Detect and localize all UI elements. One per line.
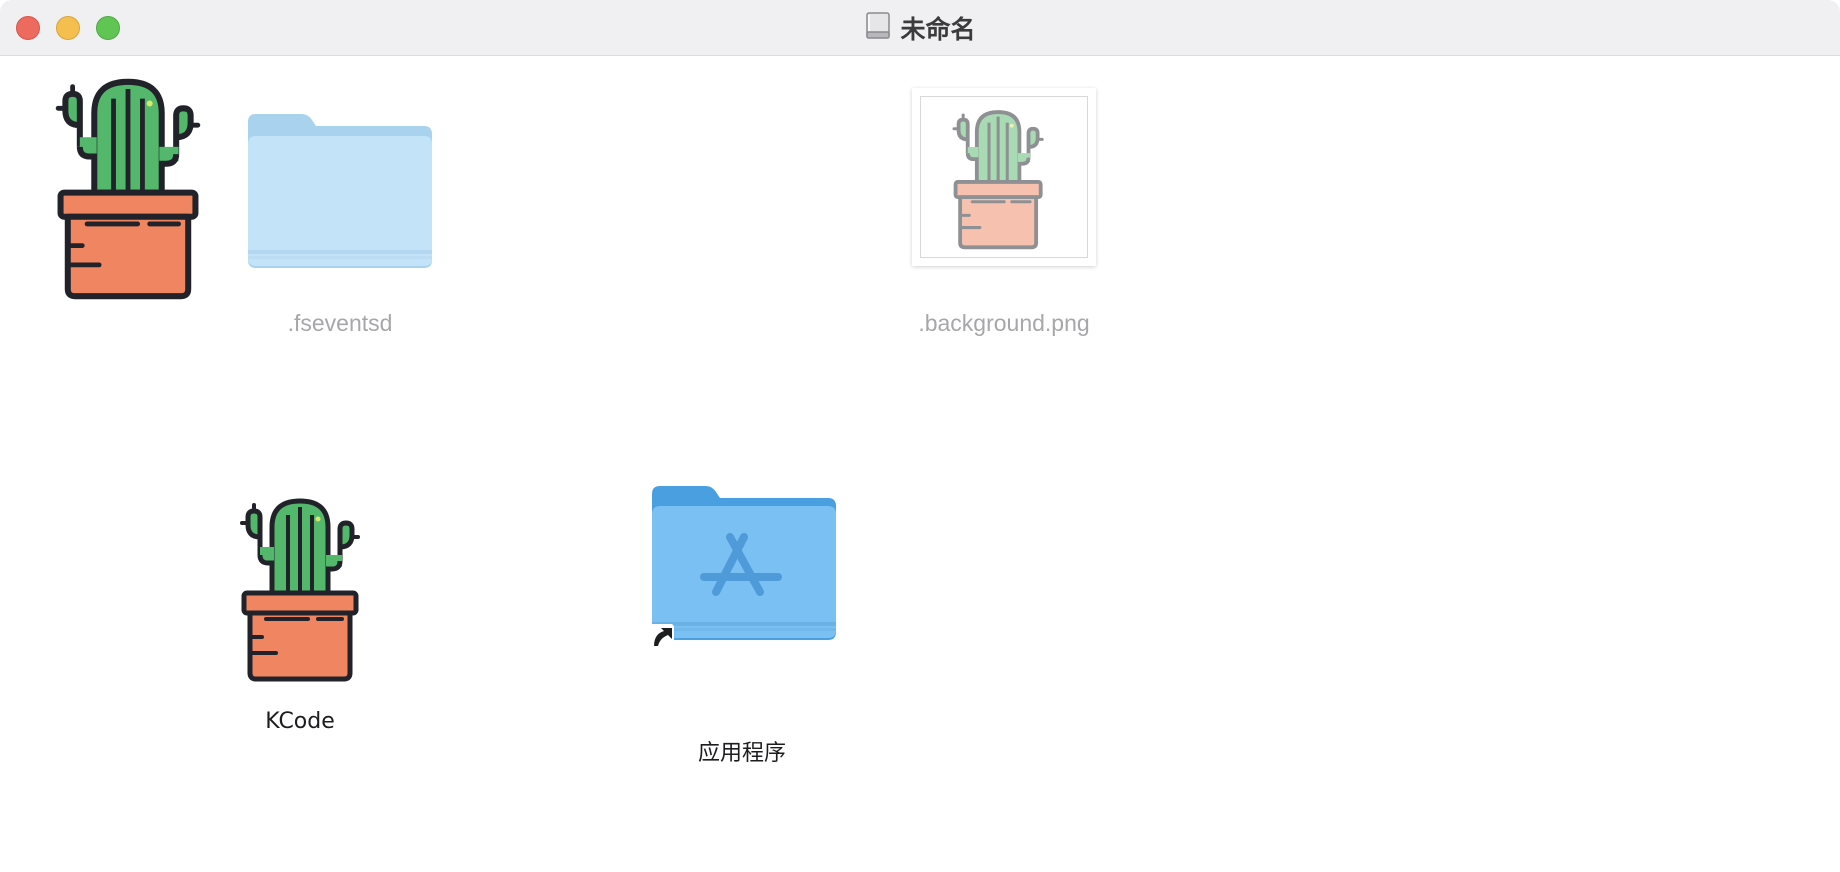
applications-label: 应用程序 bbox=[697, 741, 786, 766]
image-thumbnail bbox=[912, 88, 1096, 266]
applications-folder-alias-icon bbox=[648, 486, 836, 650]
zoom-button[interactable] bbox=[96, 16, 120, 40]
title-bar[interactable]: 未命名 bbox=[0, 0, 1840, 56]
background-png-label: .background.png bbox=[918, 310, 1090, 336]
finder-window: 未命名 .fseventsd .background.png KCode 应用程… bbox=[0, 0, 1840, 872]
minimize-button[interactable] bbox=[56, 16, 80, 40]
close-button[interactable] bbox=[16, 16, 40, 40]
kcode-label: KCode bbox=[265, 709, 335, 734]
kcode-app[interactable]: KCode bbox=[238, 497, 362, 734]
cactus-app-icon bbox=[238, 497, 362, 683]
cactus-volume-icon[interactable] bbox=[46, 77, 210, 301]
window-title: 未命名 bbox=[900, 15, 976, 44]
icon-view[interactable]: .fseventsd .background.png KCode 应用程序 bbox=[0, 57, 1840, 872]
folder-icon bbox=[248, 114, 432, 268]
disk-icon bbox=[864, 11, 892, 46]
applications-alias[interactable]: 应用程序 bbox=[646, 482, 842, 766]
fseventsd-folder[interactable]: .fseventsd bbox=[246, 110, 434, 336]
fseventsd-label: .fseventsd bbox=[287, 310, 393, 336]
